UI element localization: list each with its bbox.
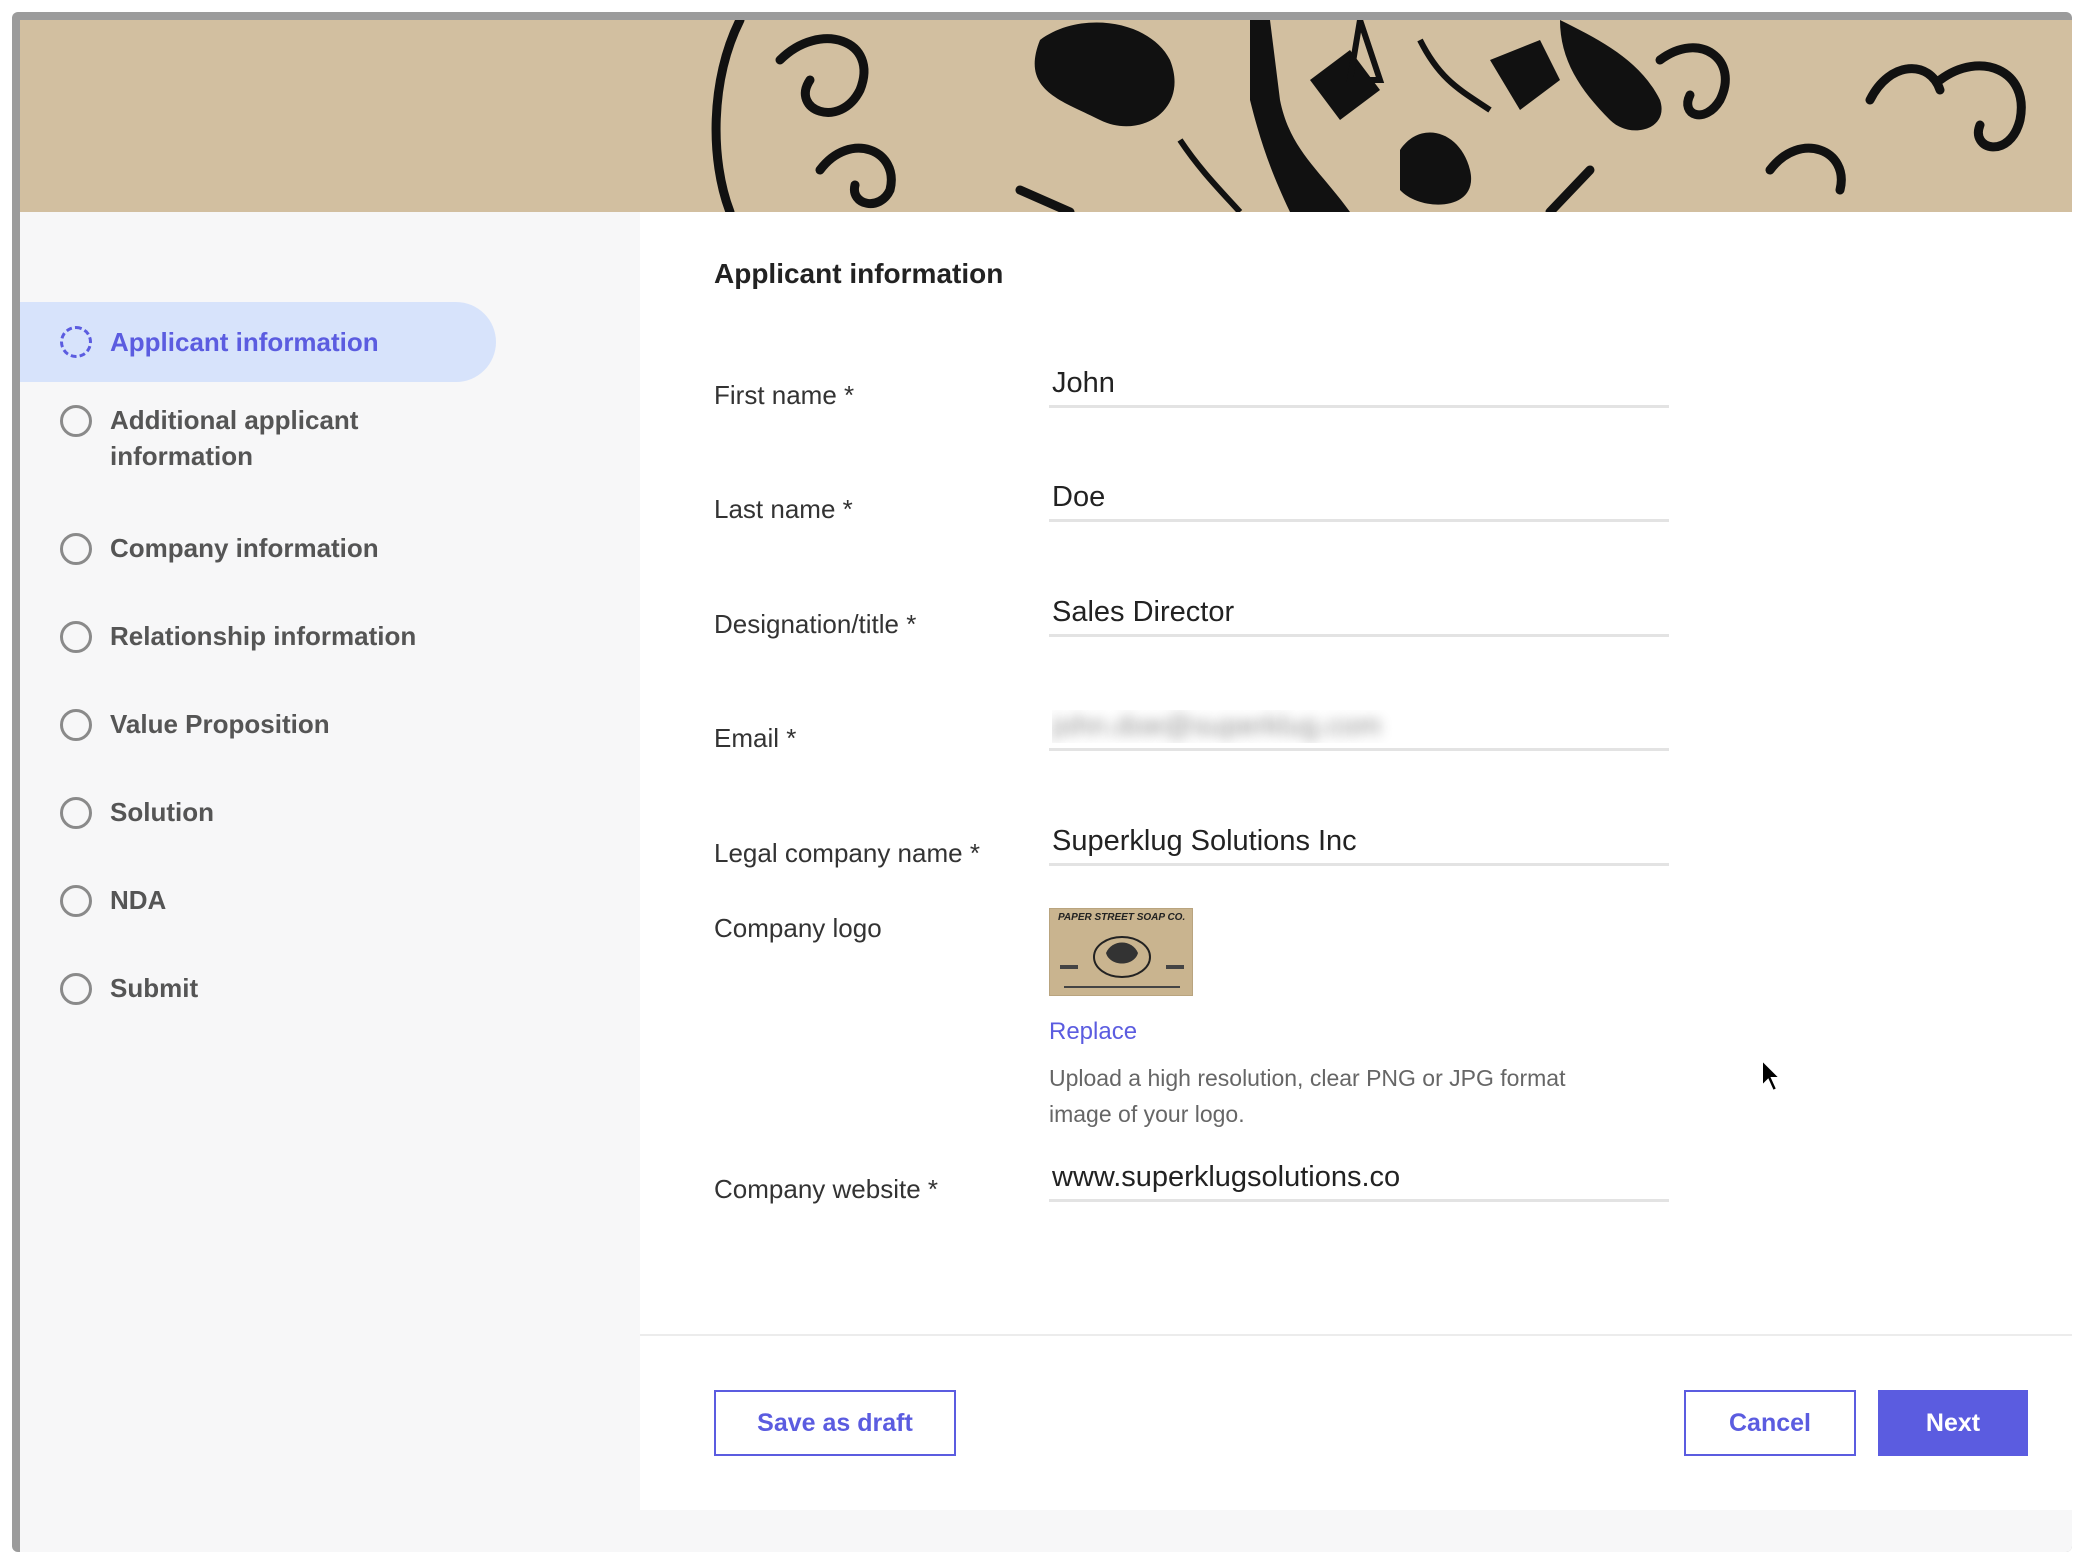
section-title: Applicant information — [714, 258, 1004, 289]
step-submit[interactable]: Submit — [20, 970, 496, 1006]
step-value-proposition[interactable]: Value Proposition — [20, 706, 496, 742]
step-label: Submit — [110, 973, 199, 1003]
step-progress-icon — [60, 326, 92, 358]
step-label: NDA — [110, 885, 167, 915]
step-relationship-information[interactable]: Relationship information — [20, 618, 496, 654]
step-circle-icon — [60, 797, 92, 829]
mouse-cursor-icon — [1761, 1058, 1783, 1093]
legal-company-name-label: Legal company name * — [714, 838, 980, 868]
company-website-input[interactable] — [1049, 1156, 1669, 1202]
step-label: Relationship information — [110, 621, 417, 651]
footer-divider — [640, 1334, 2072, 1336]
step-label: Value Proposition — [110, 709, 330, 739]
step-additional-applicant-information[interactable]: Additional applicant information — [20, 402, 496, 474]
content-area: Applicant information Additional applica… — [20, 212, 2072, 1552]
legal-company-name-input[interactable] — [1049, 820, 1669, 866]
step-label: Company information — [110, 533, 379, 563]
last-name-label: Last name * — [714, 494, 853, 524]
next-button[interactable]: Next — [1878, 1390, 2028, 1456]
first-name-input[interactable] — [1049, 362, 1669, 408]
step-applicant-information[interactable]: Applicant information — [20, 302, 496, 382]
step-label: Solution — [110, 797, 214, 827]
header-banner-image — [20, 20, 2072, 212]
email-input[interactable] — [1049, 705, 1669, 751]
cancel-button[interactable]: Cancel — [1684, 1390, 1856, 1456]
step-company-information[interactable]: Company information — [20, 530, 496, 566]
save-as-draft-button[interactable]: Save as draft — [714, 1390, 956, 1456]
logo-helper-text: Upload a high resolution, clear PNG or J… — [1049, 1065, 1566, 1127]
step-circle-icon — [60, 405, 92, 437]
steps-sidebar: Applicant information Additional applica… — [20, 212, 640, 1552]
step-label: Additional applicant information — [110, 405, 359, 471]
company-website-label: Company website * — [714, 1174, 938, 1204]
step-circle-icon — [60, 533, 92, 565]
step-circle-icon — [60, 709, 92, 741]
designation-label: Designation/title * — [714, 609, 917, 639]
email-label: Email * — [714, 723, 797, 753]
company-logo-label: Company logo — [714, 913, 882, 943]
first-name-label: First name * — [714, 380, 855, 410]
replace-logo-link[interactable]: Replace — [1049, 1018, 1137, 1046]
company-logo-image: PAPER STREET SOAP CO. — [1049, 908, 1193, 996]
form-panel: Applicant information First name * Last … — [640, 212, 2072, 1510]
logo-image-text: PAPER STREET SOAP CO. — [1058, 912, 1186, 923]
designation-input[interactable] — [1049, 591, 1669, 637]
step-nda[interactable]: NDA — [20, 882, 496, 918]
step-circle-icon — [60, 621, 92, 653]
step-solution[interactable]: Solution — [20, 794, 496, 830]
last-name-input[interactable] — [1049, 476, 1669, 522]
app-window: Applicant information Additional applica… — [12, 12, 2072, 1552]
step-circle-icon — [60, 973, 92, 1005]
step-circle-icon — [60, 885, 92, 917]
step-label: Applicant information — [110, 327, 379, 357]
